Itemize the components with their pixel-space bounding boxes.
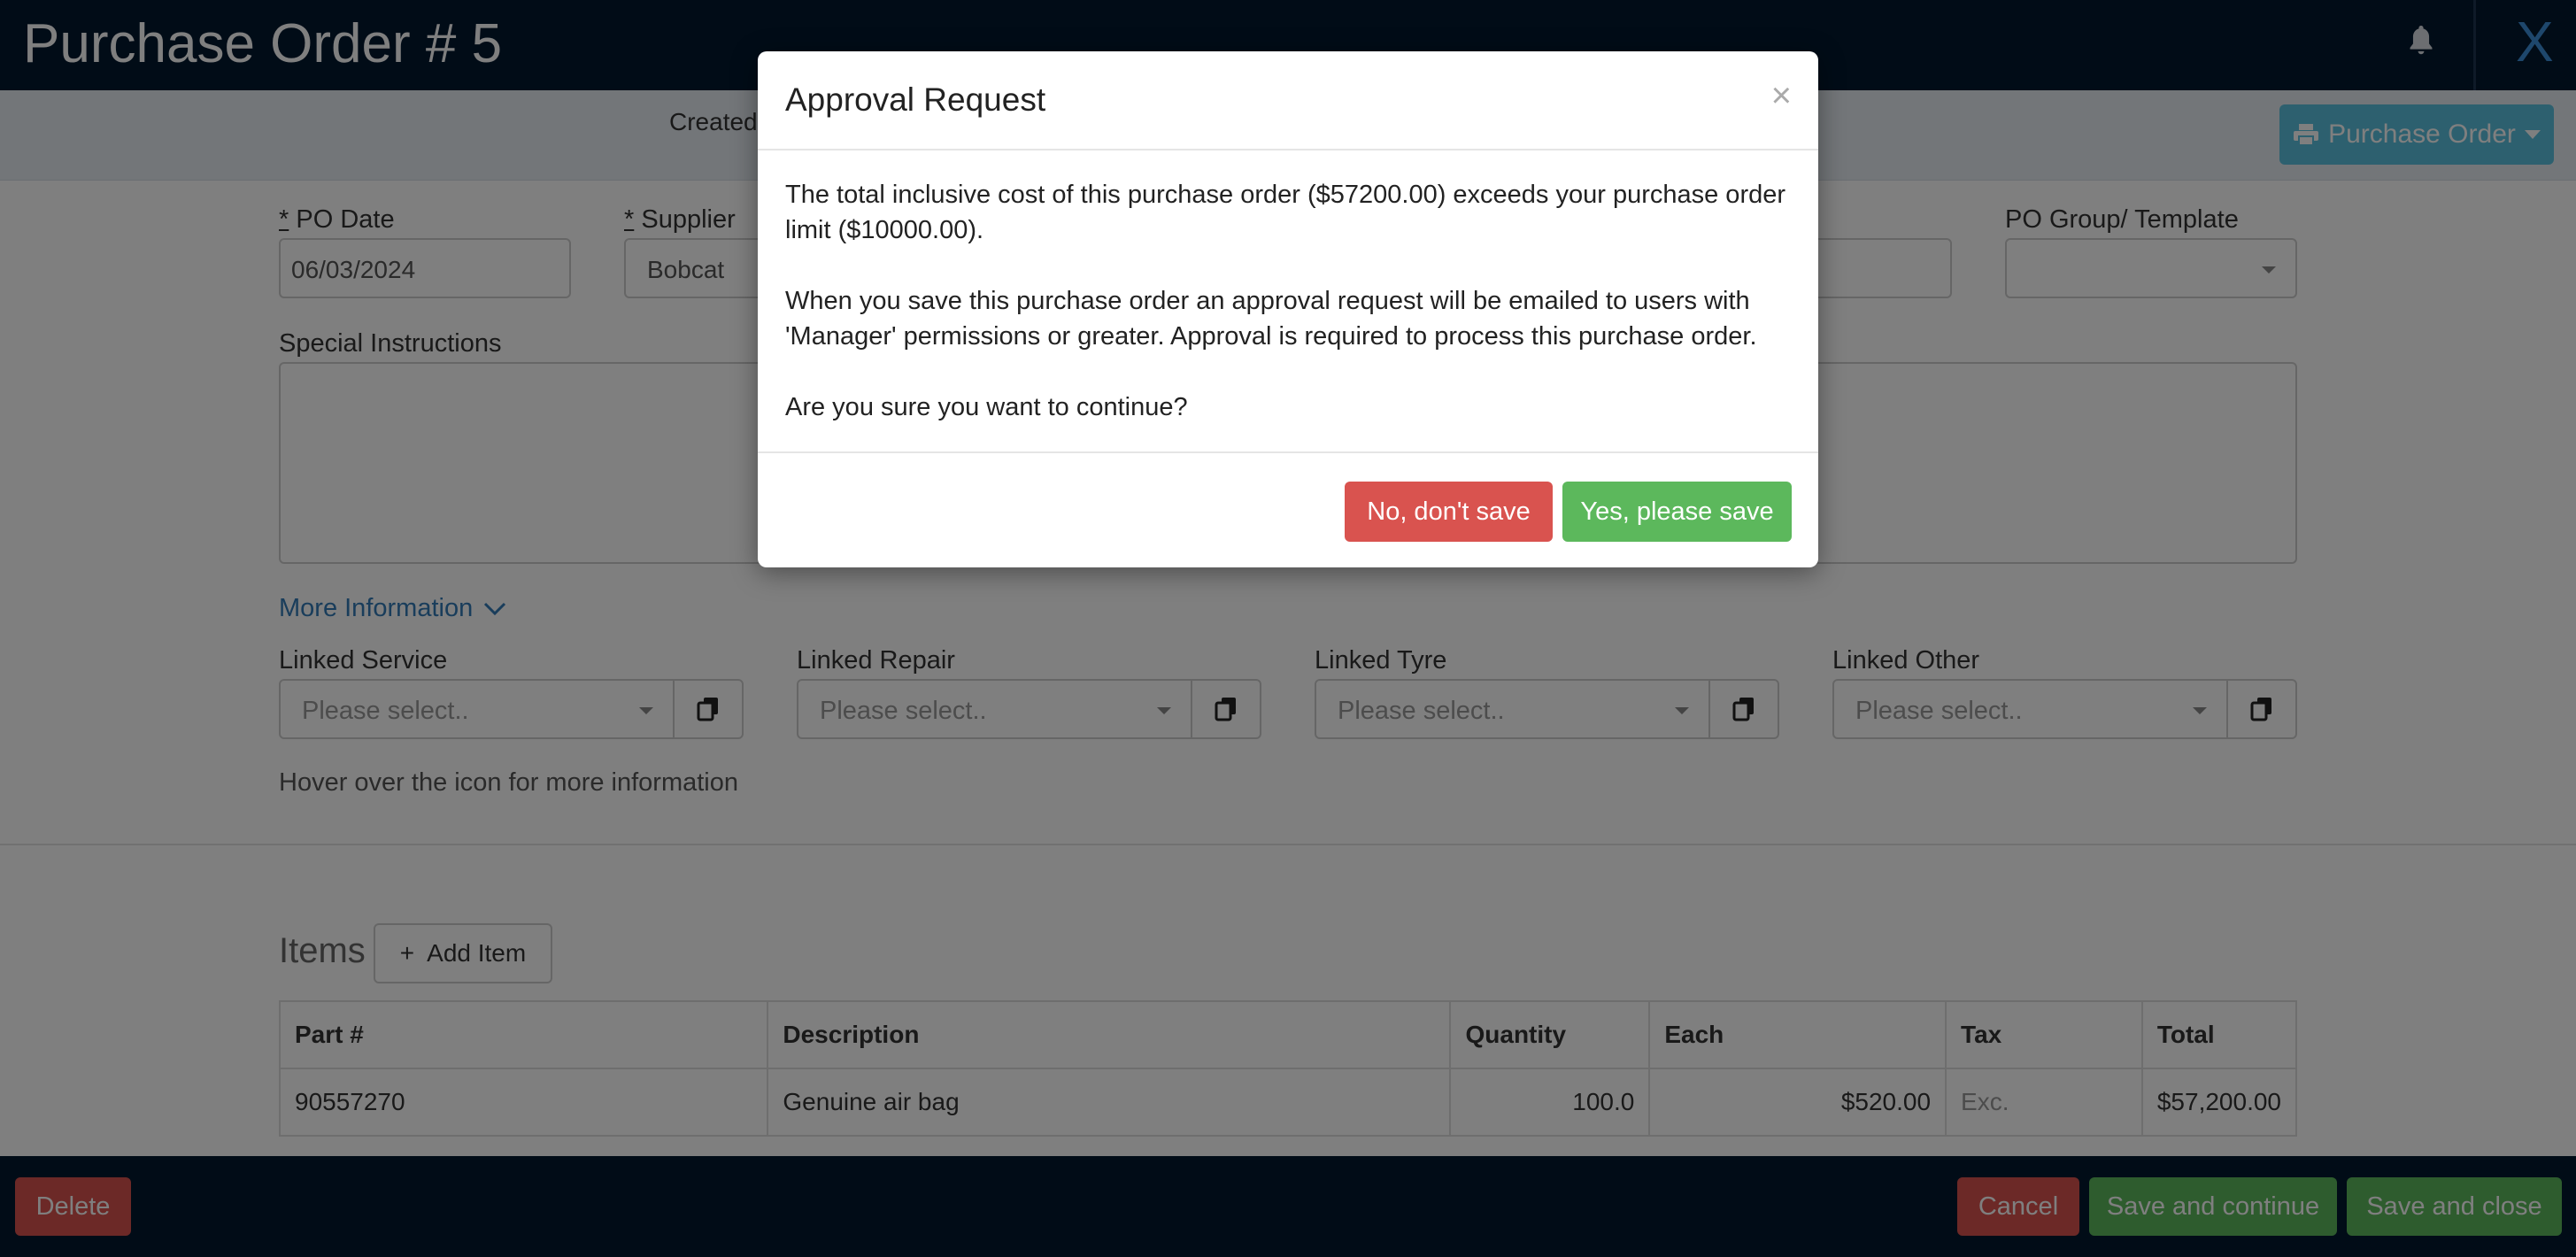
modal-paragraph-cost: The total inclusive cost of this purchas… [785,181,1786,244]
approval-request-modal: Approval Request × The total inclusive c… [758,51,1818,567]
modal-title: Approval Request [785,81,1046,118]
modal-paragraph-approval: When you save this purchase order an app… [785,287,1757,351]
yes-please-save-button[interactable]: Yes, please save [1562,482,1792,542]
modal-close-icon[interactable]: × [1771,78,1792,113]
modal-header: Approval Request × [758,51,1818,150]
modal-footer: No, don't save Yes, please save [758,451,1818,567]
no-dont-save-button[interactable]: No, don't save [1345,482,1553,542]
modal-body: The total inclusive cost of this purchas… [785,177,1794,460]
modal-paragraph-confirm: Are you sure you want to continue? [785,393,1188,421]
